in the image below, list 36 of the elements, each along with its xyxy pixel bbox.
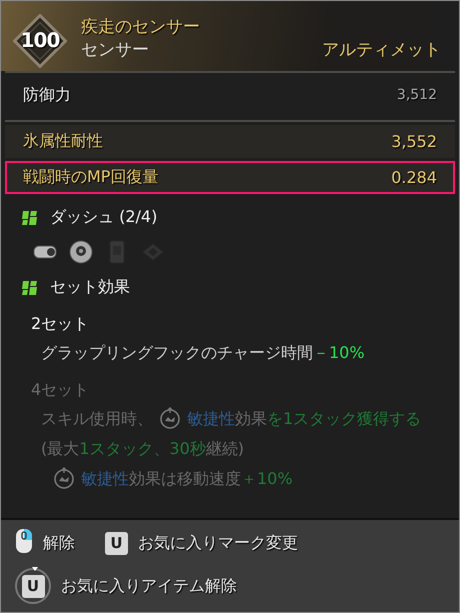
effect-text: －10%: [313, 343, 365, 362]
key-cap: U: [22, 574, 44, 598]
tier-label: 2セット: [31, 312, 90, 334]
effect-text: 効果: [235, 409, 267, 428]
hint-label: 解除: [43, 532, 75, 554]
item-type: センサー: [81, 39, 149, 61]
stat-label: 防御力: [23, 84, 71, 106]
effect-text: 1スタック、30秒: [79, 439, 206, 458]
hint-label: お気に入りマーク変更: [138, 532, 298, 554]
effect-text: (最大: [41, 439, 80, 458]
item-grade: アルティメット: [322, 39, 441, 61]
effect-text: を1スタック獲得する: [267, 409, 422, 428]
set-title: ダッシュ (2/4): [50, 206, 158, 228]
set-icon: [22, 210, 37, 224]
buff-icon: [54, 467, 74, 489]
effect-text: 継続): [206, 439, 244, 458]
key-cap: U: [105, 532, 128, 554]
item-level: 100: [20, 28, 60, 52]
effect-text: ＋10%: [241, 469, 293, 488]
stat-value: 0.284: [391, 168, 437, 187]
stat-value: 3,552: [391, 132, 437, 151]
hint-label: お気に入りアイテム解除: [61, 576, 237, 596]
tier-label: 4セット: [31, 378, 90, 400]
stat-label: 氷属性耐性: [23, 131, 103, 152]
effect-text: 効果は移動速度: [129, 469, 241, 488]
buff-icon: [160, 407, 180, 429]
stat-label: 戦闘時のMP回復量: [23, 167, 158, 188]
effect-text: 敏捷性: [187, 409, 235, 428]
effect-text: 敏捷性: [81, 469, 129, 488]
mouse-icon: [15, 528, 33, 554]
effect-text: グラップリングフックのチャージ時間: [41, 343, 313, 362]
set-icon: [22, 280, 37, 294]
item-name: 疾走のセンサー: [81, 16, 201, 38]
set-effect-title: セット効果: [50, 276, 130, 298]
effect-text: スキル使用時、: [41, 409, 153, 428]
stat-value: 3,512: [396, 87, 437, 103]
